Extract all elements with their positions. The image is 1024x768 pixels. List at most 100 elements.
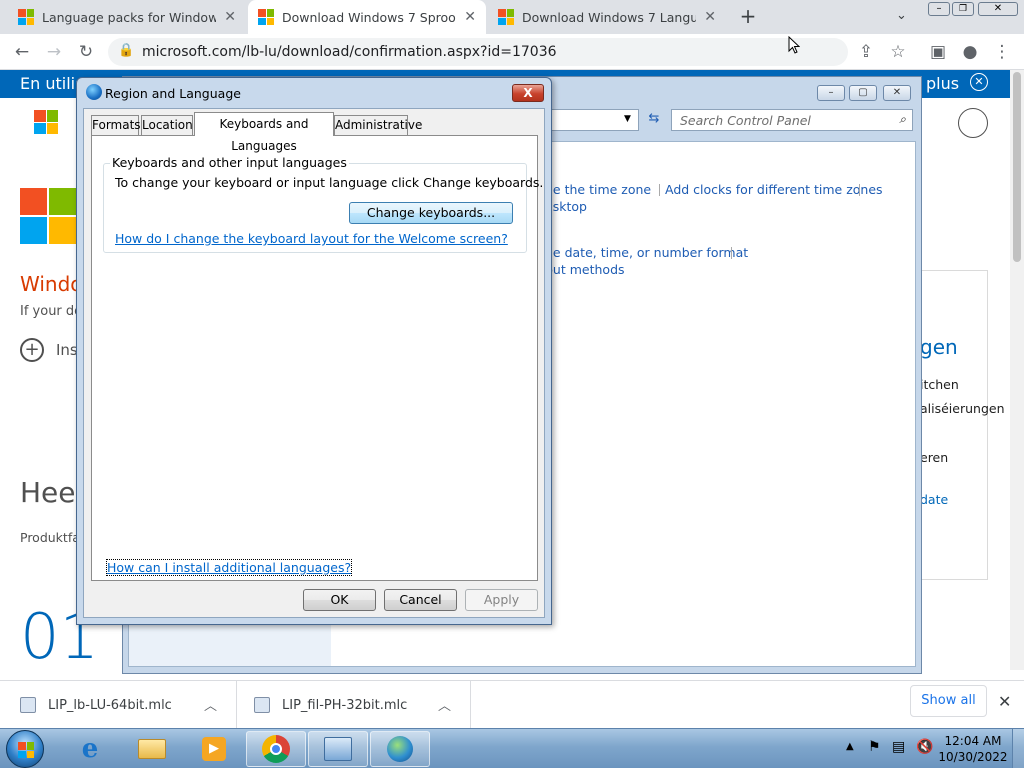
mouse-cursor-icon [788,35,801,54]
banner-more-link[interactable]: plus [926,74,959,93]
tab-language-packs[interactable]: Language packs for Windows ✕ [8,0,246,34]
internet-explorer-icon: e [81,734,99,764]
product-label: Produktfa [20,530,80,545]
show-hidden-icons-icon[interactable]: ▲ [846,741,854,752]
download-item[interactable]: LIP_lb-LU-64bit.mlc [20,681,172,729]
action-center-flag-icon[interactable]: ⚑ [868,739,881,755]
cp-link-input-methods[interactable]: put methods [545,262,625,277]
add-circle-icon[interactable]: + [20,338,44,362]
side-panel-icon[interactable]: ▣ [926,40,950,64]
region-language-taskbar-button[interactable] [370,731,430,767]
tab-title: Download Windows 7 Language [522,9,697,25]
instruction-text: To change your keyboard or input languag… [115,175,544,190]
show-desktop-button[interactable] [1012,729,1024,768]
profile-icon[interactable]: ● [958,40,982,64]
cp-link-add-clocks[interactable]: Add clocks for different time zones [665,182,883,197]
share-icon[interactable]: ⇪ [854,40,878,64]
dialog-title: Region and Language [105,86,241,101]
apply-button[interactable]: Apply [465,589,538,611]
group-label: Keyboards and other input languages [110,155,349,170]
cp-link-separator [659,184,660,196]
ok-button[interactable]: OK [303,589,376,611]
close-tab-icon[interactable]: ✕ [224,9,236,25]
page-scrollbar[interactable] [1010,70,1024,670]
chevron-up-icon[interactable]: ︿ [204,695,217,714]
media-player-icon: ▶ [202,737,226,761]
page-heading: Windo [20,272,83,296]
sidebar-item[interactable]: eren [920,450,948,465]
reload-icon[interactable]: ↻ [74,40,98,64]
close-download-bar-icon[interactable]: ✕ [998,692,1011,711]
cp-link-timezone[interactable]: ge the time zone [545,182,651,197]
download-bar: LIP_lb-LU-64bit.mlc ︿ LIP_fil-PH-32bit.m… [0,680,1024,729]
close-window-button[interactable]: ✕ [978,2,1018,16]
download-item[interactable]: LIP_fil-PH-32bit.mlc [254,681,407,729]
bookmark-star-icon[interactable]: ☆ [886,40,910,64]
menu-icon[interactable]: ⋮ [990,40,1014,64]
sidebar-item[interactable]: date [920,492,948,507]
install-label[interactable]: Ins [56,341,78,359]
taskbar: e ▶ ▲ ⚑ ▤ 🔇 12:04 AM 10/30/2022 [0,728,1024,768]
address-bar[interactable]: 🔒 microsoft.com/lb-lu/download/confirmat… [108,38,848,66]
restore-button[interactable]: ❐ [952,2,974,16]
download-separator [470,681,471,729]
tab-download-language[interactable]: Download Windows 7 Language ✕ [488,0,726,34]
search-icon[interactable]: ⌕ [899,112,906,127]
chrome-taskbar-button[interactable] [246,731,306,767]
sidebar-item[interactable]: itchen [920,377,959,392]
change-keyboards-button[interactable]: Change keyboards... [349,202,513,224]
download-filename: LIP_fil-PH-32bit.mlc [282,697,408,713]
download-separator [236,681,237,729]
account-icon[interactable] [958,108,988,138]
ie-taskbar-button[interactable]: e [60,731,120,767]
banner-close-icon[interactable]: ✕ [970,73,988,91]
cp-close-button[interactable]: ✕ [883,85,911,101]
tab-formats[interactable]: Formats [91,115,141,135]
cp-link-separator [859,184,860,196]
scroll-thumb[interactable] [1013,72,1021,262]
forward-icon[interactable]: → [42,40,66,64]
sidebar-heading: gen [920,335,958,359]
cp-link-date-format[interactable]: he date, time, or number format [545,245,748,260]
control-panel-icon [324,737,352,761]
cp-address-bar[interactable]: ▼ [543,109,639,131]
show-all-button[interactable]: Show all [910,685,987,717]
microsoft-logo[interactable] [34,110,58,134]
close-tab-icon[interactable]: ✕ [464,9,476,25]
tab-search-icon[interactable]: ⌄ [896,8,907,23]
tab-title: Language packs for Windows [42,9,217,25]
minimize-button[interactable]: – [928,2,950,16]
refresh-icon[interactable]: ⇆ [643,109,665,131]
welcome-screen-help-link[interactable]: How do I change the keyboard layout for … [115,231,508,246]
system-clock[interactable]: 12:04 AM 10/30/2022 [938,733,1008,765]
folder-icon [138,739,166,759]
new-tab-button[interactable]: + [738,6,758,26]
start-button[interactable] [6,730,44,768]
network-icon[interactable]: ▤ [892,739,905,755]
tab-download-sproochen[interactable]: Download Windows 7 Sproochen ✕ [248,0,486,34]
control-panel-taskbar-button[interactable] [308,731,368,767]
sidebar-item[interactable]: aliséierungen [920,401,1005,416]
close-tab-icon[interactable]: ✕ [704,9,716,25]
dialog-body: Formats Location Keyboards and Languages… [83,108,545,618]
chrome-icon [262,735,290,763]
chevron-down-icon[interactable]: ▼ [624,114,631,124]
media-player-taskbar-button[interactable]: ▶ [184,731,244,767]
clock-time: 12:04 AM [944,734,1002,748]
cp-maximize-button[interactable]: ▢ [849,85,877,101]
url-text: microsoft.com/lb-lu/download/confirmatio… [142,44,557,60]
dialog-close-button[interactable]: X [512,84,544,102]
explorer-taskbar-button[interactable] [122,731,182,767]
tab-keyboards-languages[interactable]: Keyboards and Languages [194,112,334,153]
cp-minimize-button[interactable]: – [817,85,845,101]
tab-location[interactable]: Location [141,115,193,135]
back-icon[interactable]: ← [10,40,34,64]
cp-search-input[interactable]: Search Control Panel ⌕ [671,109,913,131]
volume-muted-icon[interactable]: 🔇 [916,739,933,755]
file-icon [254,697,270,713]
chevron-up-icon[interactable]: ︿ [438,695,451,714]
cancel-button[interactable]: Cancel [384,589,457,611]
tab-administrative[interactable]: Administrative [334,115,422,135]
install-languages-link[interactable]: How can I install additional languages? [105,559,353,576]
windows-flag-icon [18,742,34,758]
